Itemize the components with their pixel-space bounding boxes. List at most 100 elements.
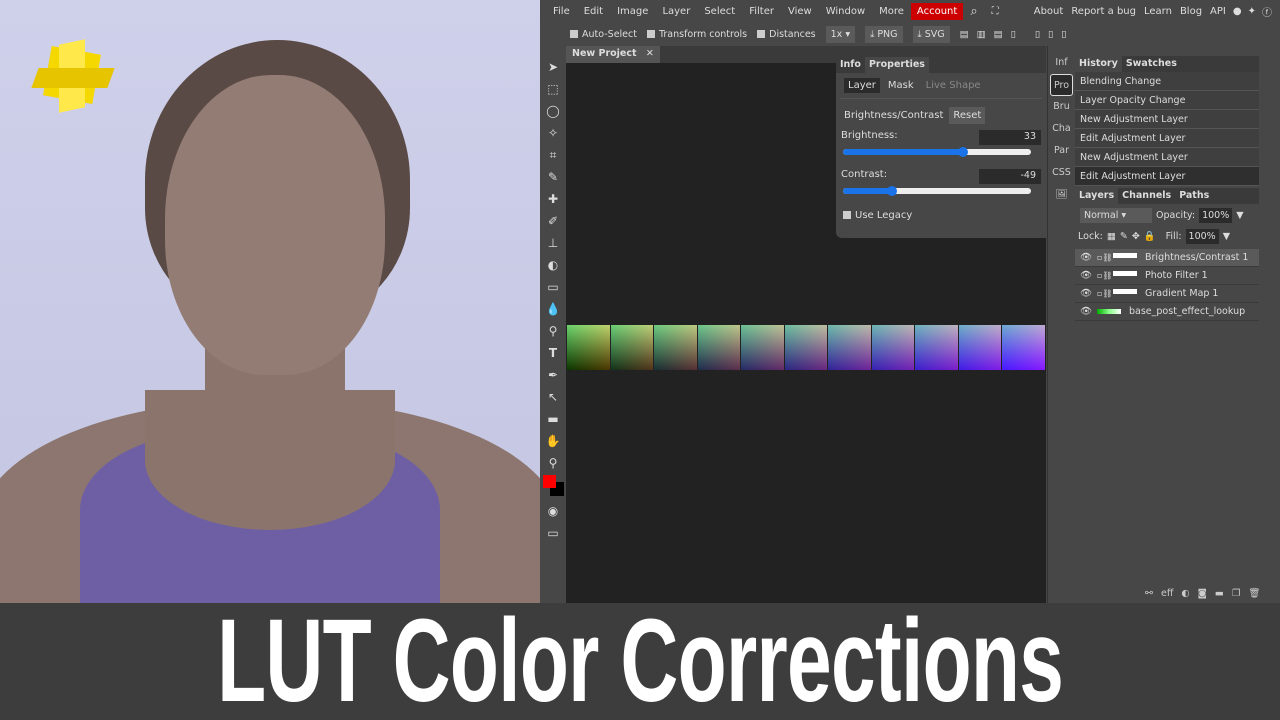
lock-all-icon[interactable]: 🔒 xyxy=(1144,231,1156,242)
tab-properties[interactable]: Properties xyxy=(864,57,929,73)
fill-input[interactable]: 100% xyxy=(1185,229,1219,244)
menu-file[interactable]: File xyxy=(546,6,577,17)
export-png-button[interactable]: ⤓ PNG xyxy=(865,26,903,43)
tab-paths[interactable]: Paths xyxy=(1175,188,1213,204)
delete-icon[interactable]: 🗑 xyxy=(1248,588,1260,599)
tab-layers[interactable]: Layers xyxy=(1075,188,1119,204)
side-tab-paragraph[interactable]: Par xyxy=(1048,140,1075,162)
layer-row[interactable]: 👁 base_post_effect_lookup xyxy=(1075,303,1259,321)
layer-row[interactable]: 👁 ▫⛓ Photo Filter 1 xyxy=(1075,267,1259,285)
side-tab-info[interactable]: Inf xyxy=(1048,52,1075,74)
menu-image[interactable]: Image xyxy=(610,6,655,17)
eye-icon[interactable]: 👁 xyxy=(1075,267,1097,285)
close-icon[interactable]: ✕ xyxy=(646,48,654,59)
use-legacy-checkbox[interactable]: Use Legacy xyxy=(836,198,1046,221)
tab-info[interactable]: Info xyxy=(836,57,865,73)
stamp-icon[interactable]: ⊥ xyxy=(540,232,566,254)
history-item[interactable]: New Adjustment Layer xyxy=(1075,148,1259,167)
menu-edit[interactable]: Edit xyxy=(577,6,610,17)
menu-layer[interactable]: Layer xyxy=(655,6,697,17)
search-icon[interactable]: ⌕ xyxy=(963,4,984,19)
tab-channels[interactable]: Channels xyxy=(1118,188,1175,204)
foreground-color[interactable] xyxy=(543,475,556,488)
dodge-icon[interactable]: ⚲ xyxy=(540,320,566,342)
tab-swatches[interactable]: Swatches xyxy=(1122,56,1181,72)
history-item[interactable]: Edit Adjustment Layer xyxy=(1075,129,1259,148)
opacity-input[interactable]: 100% xyxy=(1199,208,1233,223)
effects-button[interactable]: eff xyxy=(1161,588,1173,599)
adjustment-icon[interactable]: ◐ xyxy=(1181,588,1189,599)
brightness-input[interactable]: 33 xyxy=(979,130,1041,145)
menu-view[interactable]: View xyxy=(781,6,819,17)
layer-row[interactable]: 👁 ▫⛓ Gradient Map 1 xyxy=(1075,285,1259,303)
link-about[interactable]: About xyxy=(1030,6,1068,17)
side-tab-css[interactable]: CSS xyxy=(1048,162,1075,184)
zoom-dropdown[interactable]: 1x ▾ xyxy=(825,26,856,43)
reset-button[interactable]: Reset xyxy=(949,107,986,124)
menu-select[interactable]: Select xyxy=(697,6,742,17)
path-select-icon[interactable]: ↖ xyxy=(540,386,566,408)
auto-select-checkbox[interactable]: Auto-Select xyxy=(570,29,637,40)
history-item[interactable]: Edit Adjustment Layer xyxy=(1075,167,1259,186)
folder-icon[interactable]: ▬ xyxy=(1215,588,1224,599)
layer-row[interactable]: 👁 ▫⛓ Brightness/Contrast 1 xyxy=(1075,249,1259,267)
history-item[interactable]: Layer Opacity Change xyxy=(1075,91,1259,110)
reddit-icon[interactable]: ● xyxy=(1230,6,1245,17)
zoom-tool-icon[interactable]: ⚲ xyxy=(540,452,566,474)
menu-more[interactable]: More xyxy=(872,6,911,17)
pen-tool-icon[interactable]: ✒ xyxy=(540,364,566,386)
quick-mask-icon[interactable]: ◉ xyxy=(540,500,566,522)
tab-history[interactable]: History xyxy=(1075,56,1122,72)
lock-pixels-icon[interactable]: ✎ xyxy=(1120,231,1128,242)
facebook-icon[interactable]: ⓕ xyxy=(1259,4,1280,19)
account-button[interactable]: Account xyxy=(910,3,964,20)
screen-mode-icon[interactable]: ▭ xyxy=(540,522,566,544)
link-api[interactable]: API xyxy=(1206,6,1230,17)
shape-tool-icon[interactable]: ▬ xyxy=(540,408,566,430)
fill-dropdown-icon[interactable]: ▼ xyxy=(1223,231,1230,242)
gradient-icon[interactable]: ▭ xyxy=(540,276,566,298)
eye-icon[interactable]: 👁 xyxy=(1075,303,1097,321)
new-layer-icon[interactable]: ❐ xyxy=(1232,588,1241,599)
lock-transparency-icon[interactable]: ▦ xyxy=(1107,231,1116,242)
blur-icon[interactable]: 💧 xyxy=(540,298,566,320)
crop-tool-icon[interactable]: ⌗ xyxy=(540,144,566,166)
opacity-dropdown-icon[interactable]: ▼ xyxy=(1236,210,1243,221)
healing-icon[interactable]: ✚ xyxy=(540,188,566,210)
side-tab-brush[interactable]: Bru xyxy=(1048,96,1075,118)
transform-controls-checkbox[interactable]: Transform controls xyxy=(646,29,747,40)
eye-icon[interactable]: 👁 xyxy=(1075,285,1097,303)
brush-icon[interactable]: ✐ xyxy=(540,210,566,232)
subtab-mask[interactable]: Mask xyxy=(884,78,918,93)
contrast-slider[interactable] xyxy=(843,186,1031,196)
side-tab-character[interactable]: Cha xyxy=(1048,118,1075,140)
menu-window[interactable]: Window xyxy=(819,6,872,17)
image-icon[interactable]: 🖼 xyxy=(1048,184,1075,206)
history-item[interactable]: New Adjustment Layer xyxy=(1075,110,1259,129)
color-swatches[interactable] xyxy=(540,474,566,500)
side-tab-properties[interactable]: Pro xyxy=(1050,74,1073,96)
export-svg-button[interactable]: ⤓ SVG xyxy=(912,26,950,43)
mask-icon[interactable]: ◙ xyxy=(1198,588,1207,599)
hand-tool-icon[interactable]: ✋ xyxy=(540,430,566,452)
lock-position-icon[interactable]: ✥ xyxy=(1132,231,1140,242)
magic-wand-icon[interactable]: ✧ xyxy=(540,122,566,144)
link-blog[interactable]: Blog xyxy=(1176,6,1206,17)
move-tool-icon[interactable]: ➤ xyxy=(540,56,566,78)
history-item[interactable]: Blending Change xyxy=(1075,72,1259,91)
fullscreen-icon[interactable]: ⛶ xyxy=(985,6,1006,17)
lasso-tool-icon[interactable]: ◯ xyxy=(540,100,566,122)
twitter-icon[interactable]: ✦ xyxy=(1245,6,1259,17)
eyedropper-icon[interactable]: ✎ xyxy=(540,166,566,188)
type-tool-icon[interactable]: T xyxy=(540,342,566,364)
blend-mode-dropdown[interactable]: Normal ▾ xyxy=(1080,208,1152,223)
eraser-icon[interactable]: ◐ xyxy=(540,254,566,276)
align-icons[interactable]: ▤▥▤▯ ▯▯▯ xyxy=(960,29,1075,40)
eye-icon[interactable]: 👁 xyxy=(1075,249,1097,267)
link-layers-icon[interactable]: ⚯ xyxy=(1145,588,1153,599)
distances-checkbox[interactable]: Distances xyxy=(757,29,816,40)
link-report-bug[interactable]: Report a bug xyxy=(1067,6,1140,17)
subtab-layer[interactable]: Layer xyxy=(844,78,880,93)
contrast-input[interactable]: -49 xyxy=(979,169,1041,184)
link-learn[interactable]: Learn xyxy=(1140,6,1176,17)
